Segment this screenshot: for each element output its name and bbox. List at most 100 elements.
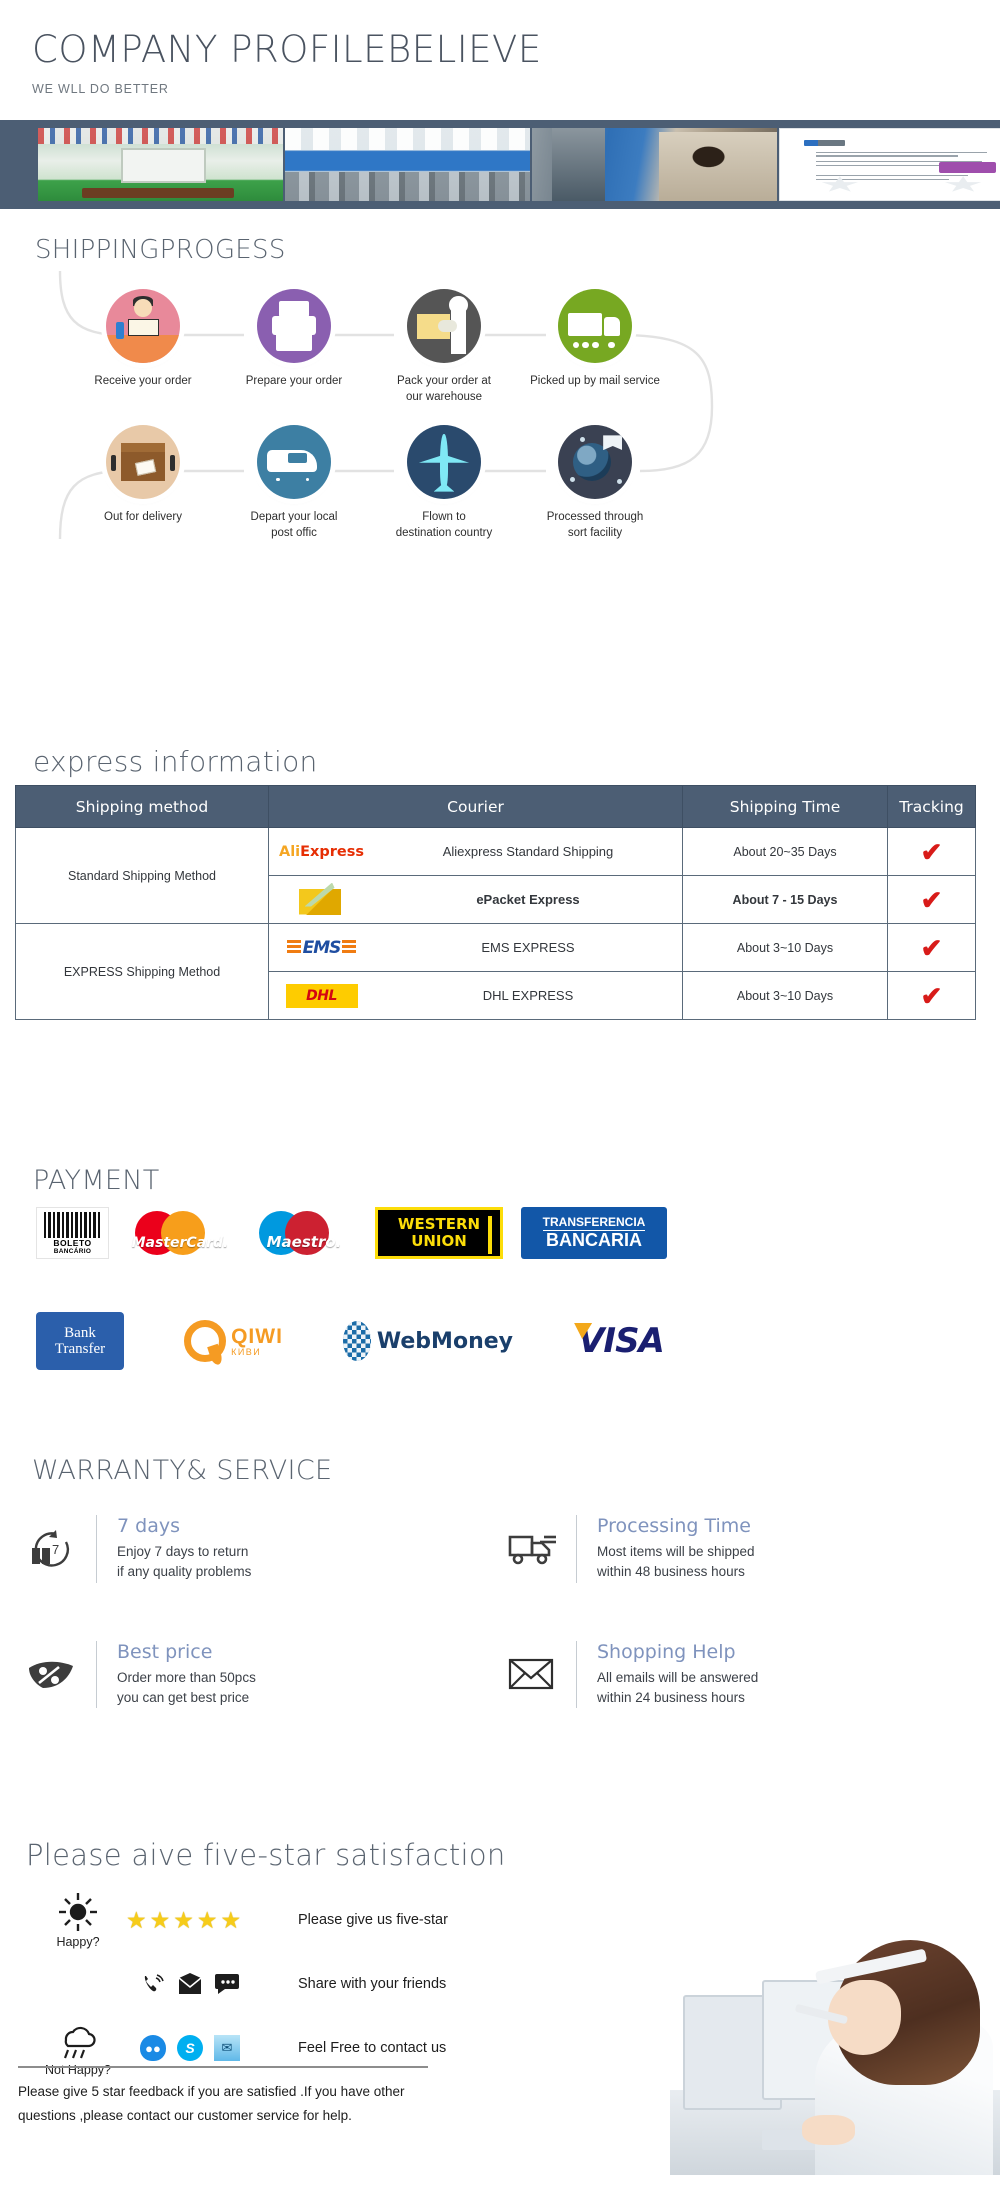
- skype-icon[interactable]: S: [177, 2035, 203, 2061]
- epacket-logo: [269, 882, 374, 917]
- five-star-row-share: Share with your friends: [30, 1952, 630, 2016]
- warranty-item-shopping-help: Shopping Help All emails will be answere…: [500, 1640, 980, 1708]
- truck-icon: [558, 289, 632, 363]
- customer-service-agent-photo: [670, 1925, 1000, 2175]
- check-icon: ✔: [920, 980, 943, 1011]
- step-label-line2: destination country: [395, 526, 493, 539]
- star-icon: ★: [173, 1906, 194, 1933]
- tracking-cell: ✔: [887, 827, 976, 876]
- shipping-progress-section: SHIPPINGPROGESS Receive your order Prepa…: [0, 209, 1000, 769]
- warranty-line1: All emails will be answered: [597, 1669, 759, 1685]
- step-label-line2: post offic: [271, 526, 317, 539]
- step-processed-through-sort-facility: Processed through sort facility: [520, 425, 670, 541]
- step-flown-to-destination: Flown to destination country: [369, 425, 519, 541]
- five-star-title: Please aive five-star satisfaction: [26, 1838, 506, 1872]
- footer-note: Please give 5 star feedback if you are s…: [18, 2080, 458, 2127]
- courier-cell-epacket: ePacket Express: [268, 875, 683, 924]
- aliexpress-logo: AliExpress: [278, 843, 365, 860]
- star-rating: ★ ★ ★ ★ ★: [126, 1906, 241, 1933]
- shipping-time: About 3~10 Days: [682, 923, 888, 972]
- step-receive-your-order: Receive your order: [68, 289, 218, 390]
- western-union-logo: WESTERN UNION: [375, 1207, 503, 1259]
- warranty-line2: if any quality problems: [117, 1564, 252, 1580]
- table-row: Standard Shipping Method AliExpress Alie…: [15, 827, 976, 924]
- express-information-title: express information: [33, 745, 318, 778]
- bank-transfer-logo: Bank Transfer: [36, 1312, 124, 1370]
- footer-divider: [18, 2066, 428, 2068]
- mood-not-happy: Not Happy?: [30, 2019, 126, 2077]
- star-icon: ★: [196, 1906, 218, 1933]
- five-star-row-rating: Happy? ★ ★ ★ ★ ★ Please give us five-sta…: [30, 1888, 630, 1952]
- delivery-truck-icon: [500, 1520, 562, 1578]
- five-star-row-text: Please give us five-star: [298, 1912, 448, 1928]
- footer-note-line2: questions ,please contact our customer s…: [18, 2107, 352, 2123]
- courier-cell-aliexpress: AliExpress Aliexpress Standard Shipping: [268, 827, 683, 876]
- warranty-line2: within 48 business hours: [597, 1564, 745, 1580]
- warranty-heading: Processing Time: [597, 1515, 751, 1537]
- person-at-desk-icon: [106, 289, 180, 363]
- five-star-row-contact: Not Happy? ●● S ✉ Feel Free to contact u…: [30, 2016, 630, 2080]
- warranty-line1: Order more than 50pcs: [117, 1669, 256, 1685]
- transferencia-bancaria-logo: TRANSFERENCIA BANCARIA: [521, 1207, 667, 1259]
- mood-happy: Happy?: [30, 1891, 126, 1949]
- check-icon: ✔: [920, 884, 943, 915]
- shipping-time: About 20~35 Days: [682, 827, 888, 876]
- page-subtitle: WE WLL DO BETTER: [32, 81, 169, 96]
- step-pack-your-order: Pack your order at our warehouse: [369, 289, 519, 405]
- shipping-methods-table-wrap: Shipping method Courier Shipping Time Tr…: [15, 785, 976, 1020]
- page-header: COMPANY PROFILEBELIEVE WE WLL DO BETTER: [0, 0, 1000, 120]
- step-picked-up-by-mail: Picked up by mail service: [520, 289, 670, 390]
- warranty-service-grid: 7 7 days Enjoy 7 days to return if any q…: [20, 1515, 980, 1708]
- table-header-row: Shipping method Courier Shipping Time Tr…: [15, 785, 976, 828]
- courier-name: ePacket Express: [476, 892, 580, 907]
- step-label-line1: Pack your order at: [397, 375, 491, 387]
- showroom-photo: [38, 128, 283, 201]
- parcel-crate-icon: [106, 425, 180, 499]
- column-header-courier: Courier: [268, 785, 683, 828]
- column-header-shipping-time: Shipping Time: [682, 785, 888, 828]
- step-prepare-your-order: Prepare your order: [219, 289, 369, 390]
- step-depart-local-post-office: Depart your local post offic: [219, 425, 369, 541]
- tracking-cell: ✔: [887, 971, 976, 1020]
- webmoney-logo: WebMoney: [343, 1315, 513, 1367]
- method-cell-express: EXPRESS Shipping Method: [15, 923, 269, 1020]
- maestro-logo: Maestro.: [251, 1207, 357, 1259]
- payment-logos-row-1: BOLETO BANCÁRIO MasterCard. Maestro. WES…: [36, 1207, 667, 1259]
- company-photo-banner: [0, 120, 1000, 209]
- svg-text:7: 7: [52, 1542, 59, 1557]
- shipping-time: About 3~10 Days: [682, 971, 888, 1020]
- envelope-icon: [500, 1645, 562, 1703]
- table-row: EXPRESS Shipping Method EMS EMS EXPRESS …: [15, 923, 976, 1020]
- step-label-line2: sort facility: [567, 526, 623, 539]
- shipping-progress-title: SHIPPINGPROGESS: [35, 235, 286, 265]
- qq-icon[interactable]: ●●: [140, 2035, 166, 2061]
- mail-icon[interactable]: [177, 1971, 203, 1997]
- star-icon: ★: [149, 1906, 171, 1933]
- step-label-line1: Depart your local: [250, 511, 338, 523]
- courier-name: EMS EXPRESS: [481, 940, 575, 955]
- page-title: COMPANY PROFILEBELIEVE: [32, 28, 542, 71]
- check-icon: ✔: [920, 836, 943, 867]
- warranty-line2: within 24 business hours: [597, 1689, 745, 1705]
- five-star-row-text: Share with your friends: [298, 1976, 447, 1992]
- warranty-service-title: WARRANTY& SERVICE: [32, 1455, 333, 1486]
- warranty-item-best-price: Best price Order more than 50pcs you can…: [20, 1640, 500, 1708]
- warranty-heading: Shopping Help: [597, 1640, 736, 1663]
- courier-cell-dhl: DHL DHL EXPRESS: [268, 971, 683, 1020]
- mail-blue-icon[interactable]: ✉: [214, 2035, 240, 2061]
- step-label: Prepare your order: [245, 375, 343, 387]
- sun-icon: [30, 1891, 126, 1933]
- warranty-heading: Best price: [117, 1640, 213, 1663]
- boleto-bancario-logo: BOLETO BANCÁRIO: [36, 1207, 109, 1259]
- footer-note-line1: Please give 5 star feedback if you are s…: [18, 2084, 405, 2099]
- step-label-line1: Flown to: [422, 511, 466, 523]
- chat-bubble-icon[interactable]: [214, 1971, 240, 1997]
- phone-icon[interactable]: [140, 1971, 166, 1997]
- step-label-line2: our warehouse: [405, 390, 483, 403]
- globe-mail-icon: [558, 425, 632, 499]
- tracking-cell: ✔: [887, 875, 976, 924]
- step-out-for-delivery: Out for delivery: [68, 425, 218, 526]
- five-star-block: Happy? ★ ★ ★ ★ ★ Please give us five-sta…: [30, 1888, 630, 2080]
- discount-tag-icon: [20, 1645, 82, 1703]
- method-cell-standard: Standard Shipping Method: [15, 827, 269, 924]
